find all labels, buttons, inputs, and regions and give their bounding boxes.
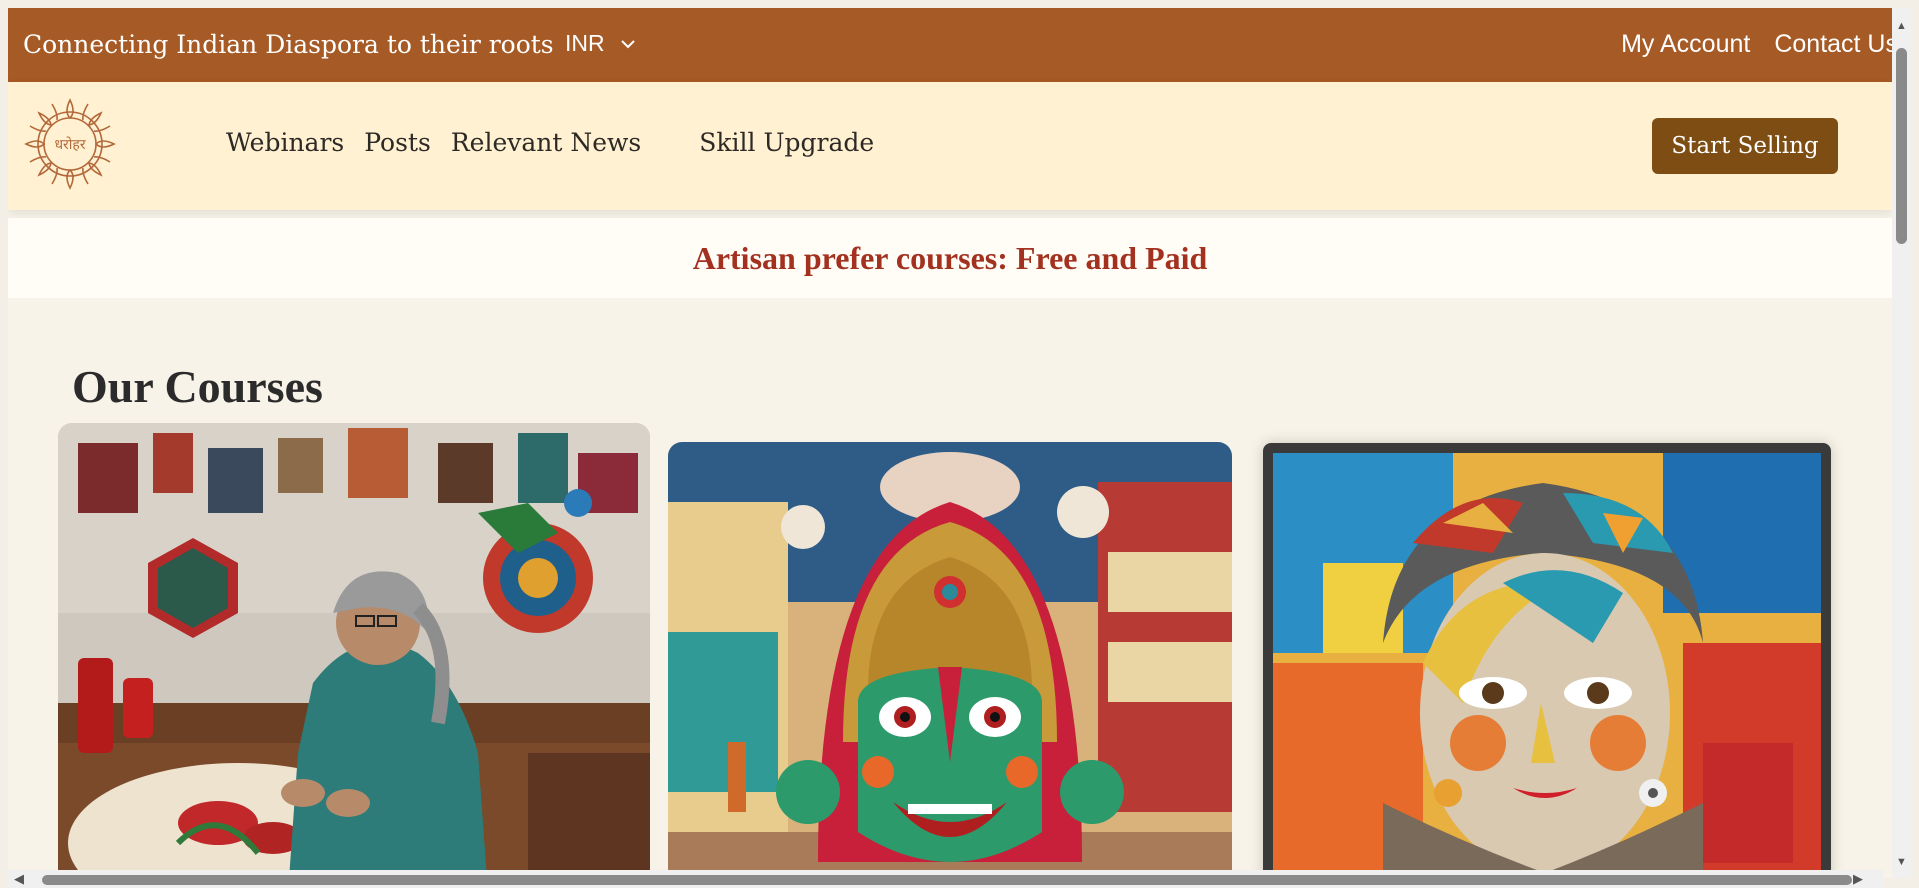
nav-item-webinars[interactable]: Webinars [226, 128, 344, 157]
contact-us-link[interactable]: Contact Us [1774, 30, 1892, 59]
chevron-down-icon [620, 39, 635, 48]
currency-value: INR [565, 30, 605, 56]
course-card-mask[interactable] [668, 442, 1232, 878]
vertical-scrollbar[interactable]: ▲ ▼ [1892, 8, 1911, 878]
tagline: Connecting Indian Diaspora to their root… [23, 30, 554, 59]
logo-text: धरोहर [54, 136, 85, 153]
top-links: My Account Contact Us [1621, 30, 1892, 59]
course-image-collage [1263, 443, 1831, 878]
scroll-left-icon[interactable]: ◀ [14, 871, 24, 887]
scroll-up-icon[interactable]: ▲ [1896, 20, 1907, 32]
announcement-banner: Artisan prefer courses: Free and Paid [8, 218, 1892, 298]
banner-text: Artisan prefer courses: Free and Paid [692, 239, 1208, 276]
vertical-scroll-thumb[interactable] [1896, 48, 1907, 244]
course-image-mask [668, 442, 1232, 878]
nav-links: Webinars Posts Relevant News Skill Upgra… [226, 128, 874, 157]
nav-item-posts[interactable]: Posts [364, 128, 431, 157]
mandala-logo[interactable]: धरोहर [18, 92, 122, 196]
main-nav: धरोहर Webinars Posts Relevant News Skill… [8, 82, 1892, 210]
horizontal-scrollbar[interactable]: ◀ ▶ [8, 870, 1883, 888]
course-card-collage[interactable] [1263, 443, 1831, 878]
scroll-down-icon[interactable]: ▼ [1896, 856, 1907, 868]
horizontal-scroll-thumb[interactable] [42, 875, 1852, 885]
scroll-right-icon[interactable]: ▶ [1853, 871, 1863, 887]
top-bar: Connecting Indian Diaspora to their root… [8, 8, 1892, 82]
nav-item-relevant-news[interactable]: Relevant News [451, 128, 641, 157]
my-account-link[interactable]: My Account [1621, 30, 1750, 59]
course-image-embroidery [58, 423, 650, 878]
course-card-embroidery[interactable] [58, 423, 650, 878]
nav-item-skill-upgrade[interactable]: Skill Upgrade [699, 128, 874, 157]
currency-selector[interactable]: INR [565, 30, 637, 57]
start-selling-button[interactable]: Start Selling [1652, 118, 1838, 174]
courses-heading: Our Courses [72, 361, 323, 412]
page-frame: Connecting Indian Diaspora to their root… [8, 8, 1892, 878]
